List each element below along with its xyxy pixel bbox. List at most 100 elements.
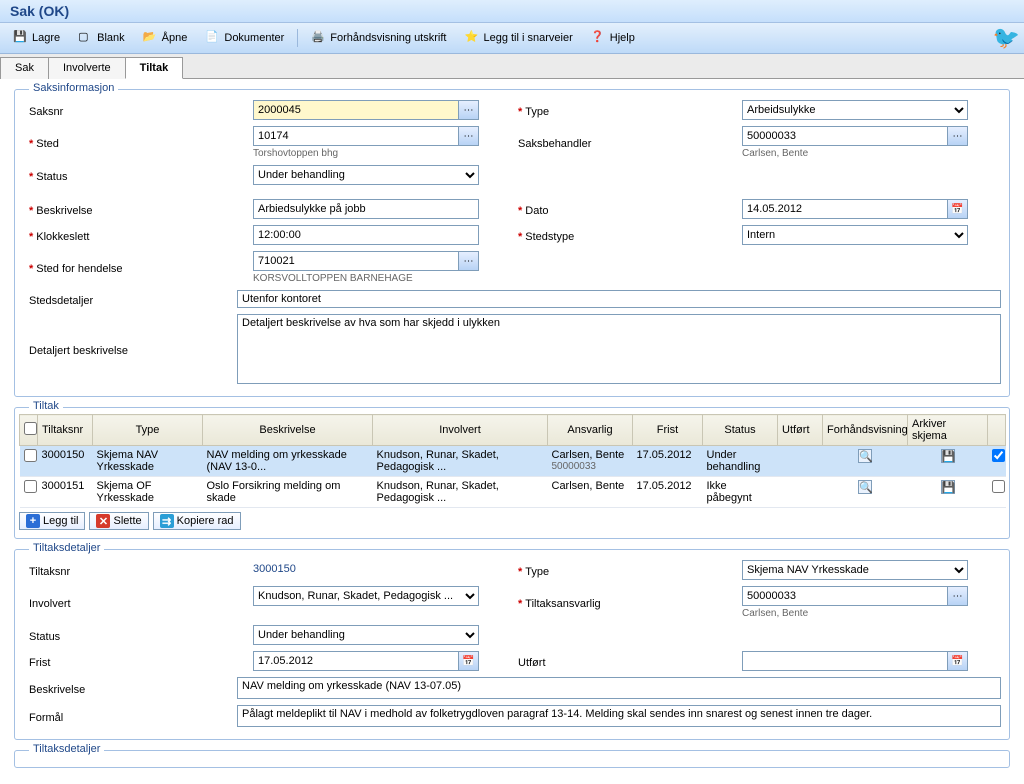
legg-snarvei-button[interactable]: ⭐ Legg til i snarveier [457,27,579,49]
td-beskrivelse-label: Beskrivelse [23,677,237,699]
help-icon: ❓ [591,30,607,46]
sted-hendelse-input[interactable] [253,251,459,271]
row-checkbox[interactable] [24,449,37,462]
td-frist-input[interactable] [253,651,459,671]
status-select[interactable]: Under behandling [253,165,479,185]
stedsdetaljer-label: Stedsdetaljer [23,290,237,308]
cell-status: Ikke påbegynt [703,477,778,508]
cell-beskrivelse: Oslo Forsikring melding om skade [203,477,373,508]
col-ansvarlig[interactable]: Ansvarlig [548,415,633,446]
saksbehandler-input[interactable] [742,126,948,146]
sted-hendelse-hint: KORSVOLLTOPPEN BARNEHAGE [253,273,512,284]
beskrivelse-input[interactable] [253,199,479,219]
archive-checkbox[interactable] [992,480,1005,493]
row-checkbox[interactable] [24,480,37,493]
td-status-label: Status [23,625,253,645]
td-utfort-calendar-button[interactable]: 📅 [948,651,968,671]
apne-button[interactable]: 📂 Åpne [136,27,195,49]
beskrivelse-label: *Beskrivelse [23,199,253,219]
td-utfort-input[interactable] [742,651,948,671]
toolbar-separator [297,29,298,47]
sted-lookup-button[interactable]: ⋯ [459,126,479,146]
saksnr-input[interactable] [253,100,459,120]
col-tiltaksnr[interactable]: Tiltaksnr [38,415,93,446]
col-utfort[interactable]: Utført [778,415,823,446]
toolbar-logo: 🐦 [993,25,1020,51]
saksbehandler-lookup-button[interactable]: ⋯ [948,126,968,146]
td-involvert-select[interactable]: Knudson, Runar, Skadet, Pedagogisk ... [253,586,479,606]
kopiere-rad-button[interactable]: ⇉Kopiere rad [153,512,241,530]
preview-icon[interactable]: 🔍 [858,449,872,463]
bird-icon: 🐦 [993,25,1020,50]
select-all-checkbox[interactable] [24,422,37,435]
tab-involverte[interactable]: Involverte [48,57,126,79]
tiltak-legend: Tiltak [29,400,63,412]
td-utfort-label: Utført [512,651,742,671]
cell-involvert: Knudson, Runar, Skadet, Pedagogisk ... [373,446,548,477]
col-involvert[interactable]: Involvert [373,415,548,446]
print-preview-icon: 🖨️ [311,30,327,46]
plus-icon: + [26,514,40,528]
tiltak-fieldset: Tiltak Tiltaksnr Type Beskrivelse Involv… [14,407,1010,539]
legg-til-button[interactable]: +Legg til [19,512,85,530]
hjelp-button[interactable]: ❓ Hjelp [584,27,642,49]
archive-icon[interactable]: 💾 [941,449,955,463]
detaljert-beskrivelse-textarea[interactable]: Detaljert beskrivelse av hva som har skj… [237,314,1001,384]
saksnr-lookup-button[interactable]: ⋯ [459,100,479,120]
col-arkiver[interactable]: Arkiver skjema [908,415,988,446]
type-select[interactable]: Arbeidsulykke [742,100,968,120]
cell-beskrivelse: NAV melding om yrkesskade (NAV 13-0... [203,446,373,477]
saksinformasjon-legend: Saksinformasjon [29,82,118,94]
col-type[interactable]: Type [93,415,203,446]
tiltaksdetaljer2-legend: Tiltaksdetaljer [29,743,104,755]
klokkeslett-input[interactable] [253,225,479,245]
sted-hendelse-label: *Sted for hendelse [23,251,253,284]
td-tiltaksansvarlig-input[interactable] [742,586,948,606]
lagre-button[interactable]: 💾 Lagre [6,27,67,49]
status-label: *Status [23,165,253,185]
col-checkbox[interactable] [20,415,38,446]
table-header-row: Tiltaksnr Type Beskrivelse Involvert Ans… [20,415,1006,446]
documents-icon: 📄 [205,30,221,46]
td-frist-calendar-button[interactable]: 📅 [459,651,479,671]
tab-sak[interactable]: Sak [0,57,49,79]
stedsdetaljer-input[interactable] [237,290,1001,308]
td-type-select[interactable]: Skjema NAV Yrkesskade [742,560,968,580]
preview-icon[interactable]: 🔍 [858,480,872,494]
td-tiltaksnr-label: Tiltaksnr [23,560,253,580]
col-forhand[interactable]: Forhåndsvisning [823,415,908,446]
td-involvert-label: Involvert [23,586,253,619]
td-tiltaksnr-value: 3000150 [253,560,512,575]
cell-status: Under behandling [703,446,778,477]
dato-input[interactable] [742,199,948,219]
td-formal-label: Formål [23,705,237,727]
col-beskrivelse[interactable]: Beskrivelse [203,415,373,446]
archive-icon[interactable]: 💾 [941,480,955,494]
table-row[interactable]: 3000151Skjema OF YrkesskadeOslo Forsikri… [20,477,1006,508]
dato-calendar-button[interactable]: 📅 [948,199,968,219]
klokkeslett-label: *Klokkeslett [23,225,253,245]
td-beskrivelse-textarea[interactable]: NAV melding om yrkesskade (NAV 13-07.05) [237,677,1001,699]
slette-button[interactable]: ✕Slette [89,512,148,530]
col-status[interactable]: Status [703,415,778,446]
sted-hendelse-lookup-button[interactable]: ⋯ [459,251,479,271]
cell-tiltaksnr: 3000150 [38,446,93,477]
tiltaksdetaljer-fieldset: Tiltaksdetaljer Tiltaksnr 3000150 *Type … [14,549,1010,740]
dokumenter-button[interactable]: 📄 Dokumenter [198,27,291,49]
col-frist[interactable]: Frist [633,415,703,446]
table-row[interactable]: 3000150Skjema NAV YrkesskadeNAV melding … [20,446,1006,477]
tiltaksdetaljer-legend: Tiltaksdetaljer [29,542,104,554]
cell-type: Skjema OF Yrkesskade [93,477,203,508]
td-tiltaksansvarlig-lookup-button[interactable]: ⋯ [948,586,968,606]
stedstype-select[interactable]: Intern [742,225,968,245]
blank-button[interactable]: ▢ Blank [71,27,132,49]
forhandsvisning-button[interactable]: 🖨️ Forhåndsvisning utskrift [304,27,453,49]
saksbehandler-hint: Carlsen, Bente [742,148,1001,159]
archive-checkbox[interactable] [992,449,1005,462]
main-tabs: Sak Involverte Tiltak [0,54,1024,79]
td-formal-textarea[interactable]: Pålagt meldeplikt til NAV i medhold av f… [237,705,1001,727]
sted-input[interactable] [253,126,459,146]
td-status-select[interactable]: Under behandling [253,625,479,645]
col-check[interactable] [988,415,1006,446]
tab-tiltak[interactable]: Tiltak [125,57,184,79]
